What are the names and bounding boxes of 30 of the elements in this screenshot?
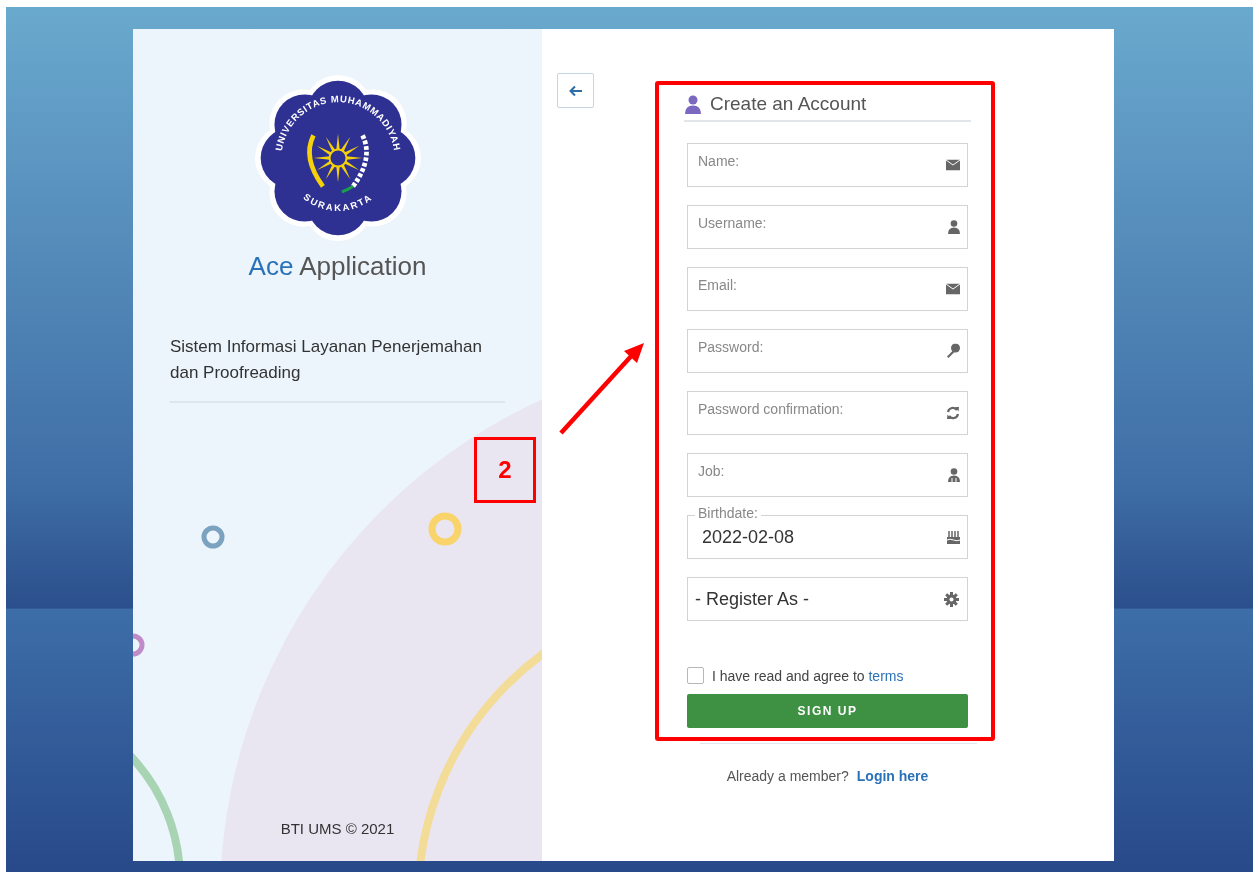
login-prompt: Already a member? xyxy=(726,768,849,784)
agree-checkbox[interactable] xyxy=(687,667,704,684)
tagline: Sistem Informasi Layanan Penerjemahan dan Proofreading xyxy=(170,336,483,384)
settings-icon xyxy=(944,591,959,607)
form-title: Create an Account xyxy=(710,93,867,115)
refresh-icon xyxy=(946,406,960,420)
person-icon xyxy=(948,468,960,482)
input-field[interactable]: Job: xyxy=(687,453,968,497)
envelope-icon xyxy=(946,159,960,171)
input-field[interactable]: Password: xyxy=(687,329,968,373)
cake-icon xyxy=(947,530,960,544)
terms-link[interactable]: terms xyxy=(868,667,904,684)
key-icon xyxy=(946,343,960,359)
agree-label: I have read and agree to terms xyxy=(712,667,904,684)
user-icon xyxy=(684,94,702,114)
envelope-icon xyxy=(946,283,960,295)
field-label: Birthdate: xyxy=(695,506,761,520)
input-field[interactable]: Password confirmation: xyxy=(687,391,968,435)
back-button[interactable] xyxy=(557,73,594,108)
input-field[interactable]: Username: xyxy=(687,205,968,249)
copyright-text: BTI UMS © 2021 xyxy=(280,820,395,837)
input-field[interactable]: Email: xyxy=(687,267,968,311)
role-select[interactable]: - Register As - xyxy=(687,577,968,621)
step-number-label: 2 xyxy=(474,437,536,503)
sign-up-button[interactable]: SIGN UP xyxy=(687,694,968,728)
back-arrow-icon xyxy=(568,84,583,97)
app-name: Ace Application xyxy=(248,251,427,282)
login-link[interactable]: Login here xyxy=(856,768,929,784)
user-icon xyxy=(948,220,960,234)
input-field[interactable]: Name: xyxy=(687,143,968,187)
